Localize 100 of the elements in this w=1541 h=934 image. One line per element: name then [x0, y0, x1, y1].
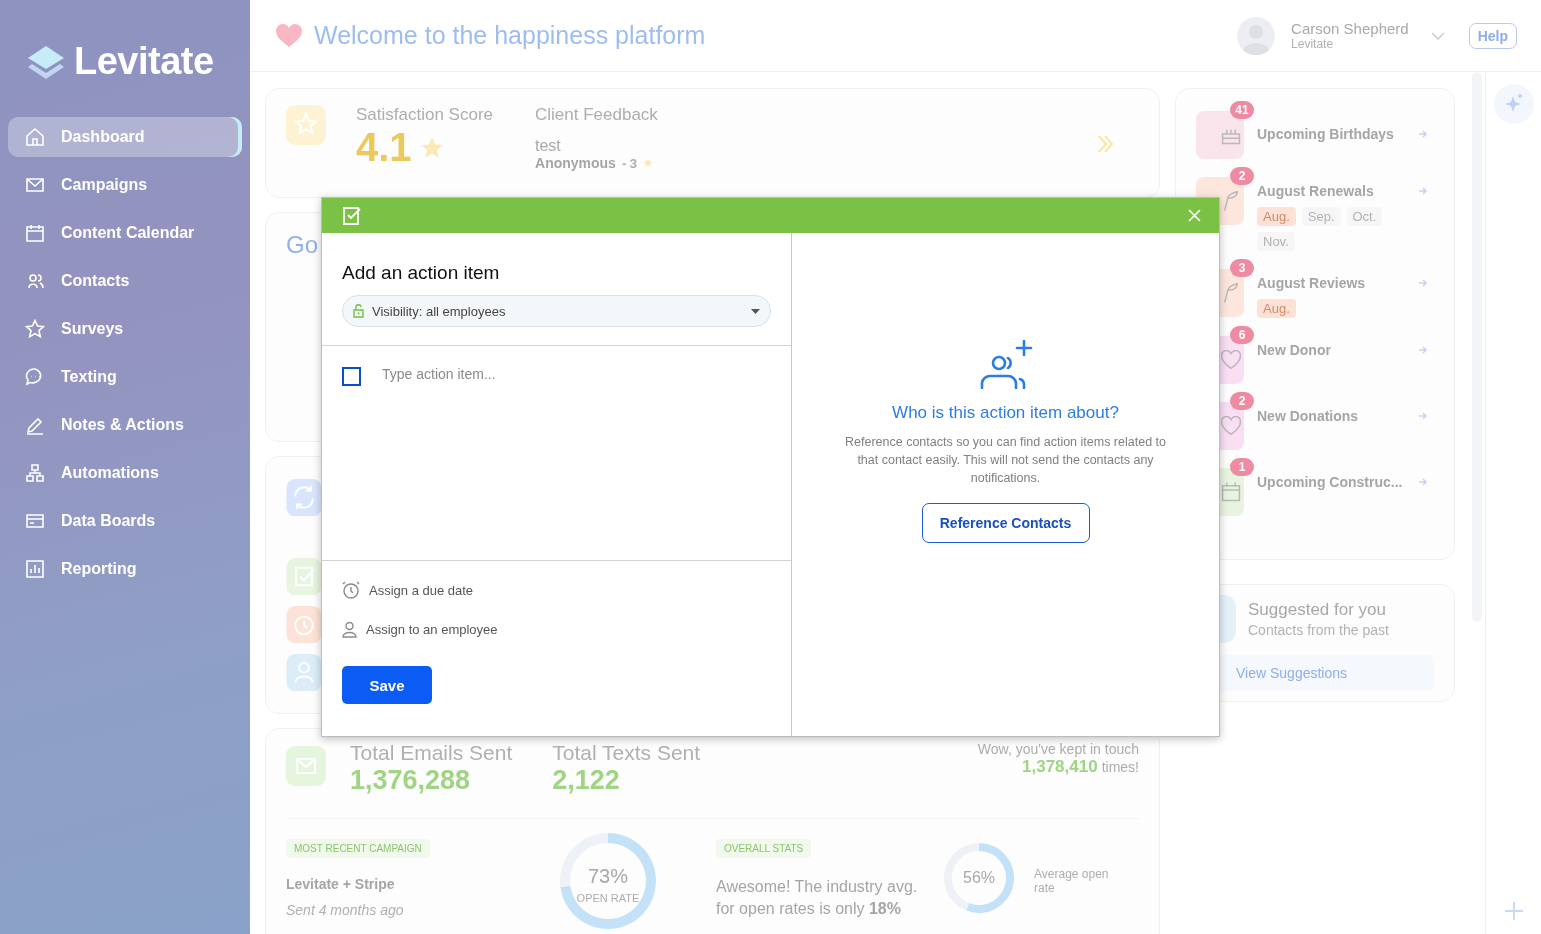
avatar[interactable] [1237, 16, 1276, 55]
month-chip[interactable]: Aug. [1257, 299, 1296, 318]
feedback-rating: - 3 [621, 155, 638, 171]
month-chip[interactable]: Aug. [1257, 207, 1296, 226]
feedback-text: test [535, 137, 562, 155]
month-chip[interactable]: Sep. [1301, 207, 1341, 226]
nav-item[interactable]: Texting [8, 357, 242, 397]
visibility-dropdown[interactable]: Visibility: all employees [342, 295, 771, 327]
nav-icon [25, 415, 45, 435]
arrow-right-icon[interactable] [1419, 346, 1428, 354]
reminder-title[interactable]: New Donations [1257, 408, 1359, 424]
score-value: 4.1 [356, 125, 412, 170]
user-organization: Levitate [1291, 37, 1335, 51]
open-rate-label: OPEN RATE [576, 891, 640, 904]
metric-value: 1,376,288 [350, 765, 472, 796]
nav-item[interactable]: Data Boards [8, 501, 242, 541]
nav-item[interactable]: Notes & Actions [8, 405, 242, 445]
save-button[interactable]: Save [342, 666, 432, 704]
logo-text: Go [286, 231, 318, 258]
nav-item[interactable]: Reporting [8, 549, 242, 589]
summary-text: Wow, you've kept in touch [977, 741, 1139, 757]
nav-icon [25, 463, 45, 483]
count-badge: 3 [1230, 259, 1254, 277]
nav-icon [25, 511, 45, 531]
open-rate-value: 73% [588, 864, 628, 888]
section-title: Who is this action item about? [892, 403, 1119, 423]
count-badge: 41 [1230, 101, 1254, 119]
arrow-right-icon[interactable] [1419, 478, 1428, 486]
reminder-title[interactable]: Upcoming Birthdays [1257, 126, 1394, 142]
due-date-link[interactable]: Assign a due date [369, 582, 474, 598]
feedback-author: Anonymous [535, 155, 616, 171]
arrow-right-icon[interactable] [1419, 130, 1428, 138]
nav-icon [25, 559, 45, 579]
checkbox-icon [342, 205, 362, 226]
metric-label: Total Texts Sent [552, 741, 701, 765]
campaign-name: Levitate + Stripe [286, 876, 396, 892]
section-title: Suggested for you [1248, 600, 1387, 620]
month-chip[interactable]: Oct. [1346, 207, 1383, 226]
nav-item[interactable]: Contacts [8, 261, 242, 301]
person-icon [342, 621, 357, 638]
reminder-title[interactable]: August Renewals [1257, 183, 1374, 199]
metric-value: 2,122 [552, 765, 621, 796]
chevron-down-icon[interactable] [1430, 31, 1445, 40]
caret-icon [751, 308, 760, 314]
envelope-icon [286, 746, 326, 786]
logo-text: Levitate [74, 40, 214, 83]
dialog-title: Add an action item [342, 262, 501, 284]
reminder-icon [1221, 482, 1241, 502]
nav-icon [25, 127, 45, 147]
nav-icon [25, 175, 45, 195]
month-chip[interactable]: Nov. [1257, 232, 1295, 251]
nav-item[interactable]: Campaigns [8, 165, 242, 205]
alarm-clock-icon [342, 581, 360, 599]
unlock-icon [353, 304, 364, 318]
plus-icon[interactable] [1502, 900, 1525, 922]
arrow-right-icon[interactable] [1419, 279, 1428, 287]
close-icon[interactable] [1188, 209, 1201, 222]
reminder-title[interactable]: August Reviews [1257, 275, 1366, 291]
stats-text: Awesome! The industry avg. for open rates is only 18% [716, 877, 919, 919]
summary-text: times! [1101, 759, 1139, 775]
metric-label: Client Feedback [535, 105, 658, 125]
nav-item[interactable]: Surveys [8, 309, 242, 349]
count-badge: 2 [1230, 167, 1254, 185]
reminder-icon [1221, 191, 1241, 211]
metric-label: Total Emails Sent [350, 741, 513, 765]
help-button[interactable]: Help [1468, 22, 1517, 49]
nav-item[interactable]: Content Calendar [8, 213, 242, 253]
double-chevron-icon[interactable] [1098, 135, 1114, 153]
user-name: Carson Shepherd [1291, 20, 1409, 37]
arrow-right-icon[interactable] [1419, 187, 1428, 195]
section-tag: MOST RECENT CAMPAIGN [286, 839, 430, 858]
checkbox[interactable] [342, 367, 361, 386]
section-subtitle: Contacts from the past [1248, 622, 1389, 638]
nav-item[interactable]: Automations [8, 453, 242, 493]
reminder-title[interactable]: Upcoming Construc... [1257, 474, 1403, 490]
nav-icon [25, 223, 45, 243]
nav-icon [25, 319, 45, 339]
open-rate-value: 56% [963, 869, 995, 887]
nav-icon [25, 271, 45, 291]
assign-employee-link[interactable]: Assign to an employee [366, 622, 498, 637]
metric-value: 1,378,410 [1022, 757, 1098, 777]
reminder-title[interactable]: New Donor [1257, 342, 1331, 358]
star-icon [643, 158, 654, 168]
page-title: Welcome to the happiness platform [314, 21, 706, 50]
heart-icon [276, 23, 302, 48]
count-badge: 2 [1230, 392, 1254, 410]
open-rate-label: Average open rate [1034, 867, 1110, 895]
donut-slice [966, 843, 1014, 913]
reference-contacts-button[interactable]: Reference Contacts [921, 503, 1090, 543]
count-badge: 6 [1230, 326, 1254, 344]
section-tag: OVERALL STATS [716, 839, 812, 858]
campaign-date: Sent 4 months ago [286, 902, 405, 918]
nav-item[interactable]: Dashboard [8, 117, 242, 157]
count-badge: 1 [1230, 458, 1254, 476]
section-description: Reference contacts so you can find action items related to that contact easily. This will not send the contacts any notifications. [844, 434, 1167, 487]
star-icon [419, 135, 444, 160]
metric-label: Satisfaction Score [356, 105, 493, 125]
arrow-right-icon[interactable] [1419, 412, 1428, 420]
reminder-icon [1221, 283, 1241, 303]
sparkle-button[interactable] [1493, 84, 1534, 124]
